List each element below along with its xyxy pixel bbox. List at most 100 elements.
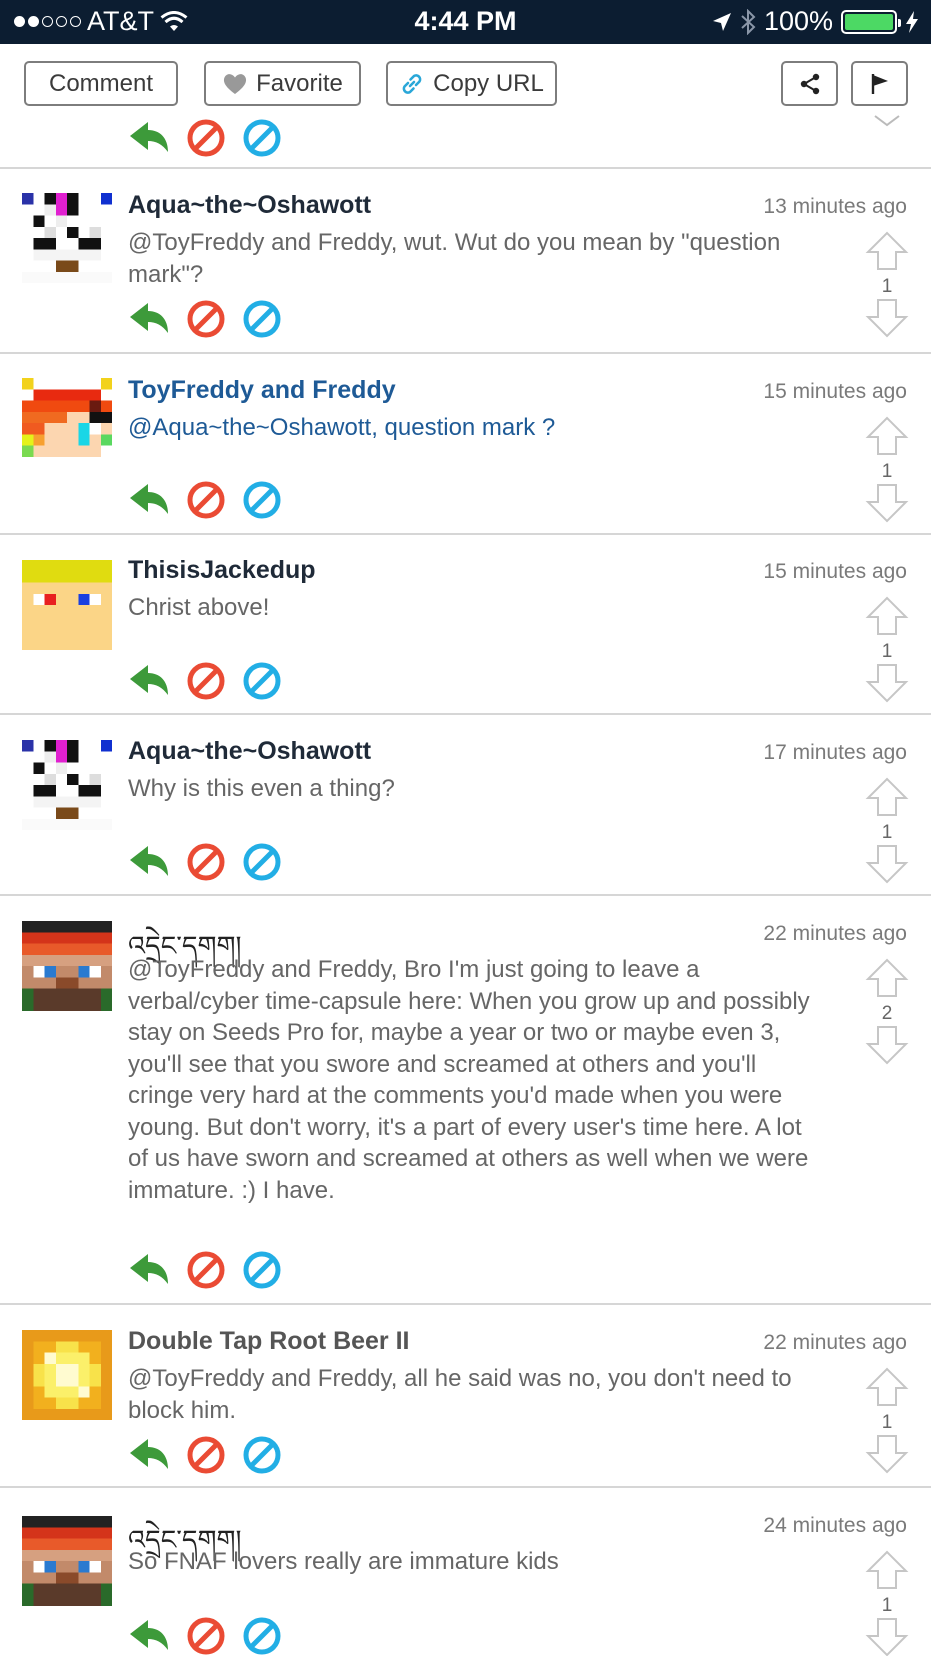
upvote-arrow-icon[interactable]	[865, 231, 909, 271]
report-icon[interactable]	[242, 1250, 282, 1290]
reply-icon[interactable]	[128, 844, 170, 880]
comment-text: So FNAF lovers really are immature kids	[128, 1548, 559, 1575]
downvote-arrow-icon[interactable]	[865, 1617, 909, 1656]
report-icon[interactable]	[242, 118, 282, 158]
share-button[interactable]	[781, 61, 838, 106]
avatar-image	[22, 378, 112, 468]
comment-author[interactable]: Aqua~the~Oshawott	[128, 737, 371, 766]
comment-actions	[128, 1435, 282, 1475]
comment-item: ToyFreddy and Freddy 15 minutes ago @Aqu…	[0, 354, 931, 535]
comment-text: @Aqua~the~Oshawott, question mark ?	[128, 414, 556, 441]
avatar[interactable]	[22, 1516, 112, 1606]
comment-timestamp: 22 minutes ago	[763, 922, 907, 945]
comment-item: འདྲེང་དགག། 22 minutes ago @ToyFreddy and…	[0, 896, 931, 1305]
copy-url-button[interactable]: Copy URL	[386, 61, 557, 106]
flag-button[interactable]	[851, 61, 908, 106]
favorite-button-label: Favorite	[256, 69, 343, 97]
vote-control: 1	[865, 1367, 909, 1479]
block-icon[interactable]	[186, 842, 226, 882]
avatar[interactable]	[22, 378, 112, 468]
vote-count: 2	[881, 1003, 893, 1024]
reply-icon[interactable]	[128, 1618, 170, 1654]
comment-actions	[128, 842, 282, 882]
comment-button-label: Comment	[48, 69, 154, 97]
comment-actions	[128, 1250, 282, 1290]
downvote-arrow-icon[interactable]	[865, 483, 909, 523]
report-icon[interactable]	[242, 299, 282, 339]
report-icon[interactable]	[242, 1435, 282, 1475]
avatar[interactable]	[22, 921, 112, 1011]
avatar[interactable]	[22, 740, 112, 830]
status-bar: AT&T 4:44 PM 100%	[0, 0, 931, 44]
report-icon[interactable]	[242, 661, 282, 701]
upvote-arrow-icon[interactable]	[865, 1367, 909, 1407]
comment-item: Aqua~the~Oshawott 17 minutes ago Why is …	[0, 715, 931, 896]
reply-icon[interactable]	[128, 1437, 170, 1473]
reply-icon[interactable]	[128, 663, 170, 699]
block-icon[interactable]	[186, 1250, 226, 1290]
downvote-arrow-icon[interactable]	[865, 1434, 909, 1474]
comment-author[interactable]: Double Tap Root Beer II	[128, 1327, 410, 1356]
avatar[interactable]	[22, 193, 112, 283]
vote-control: 1	[865, 231, 909, 343]
chevron-down-icon	[874, 115, 900, 127]
downvote-arrow-icon[interactable]	[865, 298, 909, 338]
comment-text: @ToyFreddy and Freddy, Bro I'm just goin…	[128, 956, 810, 1204]
charging-bolt-icon	[906, 10, 918, 33]
block-icon[interactable]	[186, 480, 226, 520]
block-icon[interactable]	[186, 118, 226, 158]
comment-timestamp: 22 minutes ago	[763, 1331, 907, 1354]
block-icon[interactable]	[186, 1435, 226, 1475]
downvote-arrow-icon[interactable]	[865, 1025, 909, 1065]
comment-timestamp: 15 minutes ago	[763, 380, 907, 403]
reply-icon[interactable]	[128, 482, 170, 518]
comment-author[interactable]: ToyFreddy and Freddy	[128, 376, 396, 405]
link-icon	[402, 73, 422, 94]
vote-control: 1	[865, 416, 909, 528]
previous-content-edge	[0, 44, 931, 54]
battery-percent: 100%	[763, 6, 833, 36]
reply-icon[interactable]	[128, 1252, 170, 1288]
downvote-arrow-icon[interactable]	[865, 663, 909, 703]
vote-control: 1	[865, 1550, 909, 1656]
upvote-arrow-icon[interactable]	[865, 777, 909, 817]
share-icon	[800, 73, 819, 94]
avatar[interactable]	[22, 560, 112, 650]
upvote-arrow-icon[interactable]	[865, 958, 909, 998]
avatar-image	[22, 1516, 112, 1606]
comment-actions	[128, 299, 282, 339]
comment-timestamp: 15 minutes ago	[763, 560, 907, 583]
comment-item: Double Tap Root Beer II 22 minutes ago @…	[0, 1305, 931, 1488]
vote-count: 1	[881, 1595, 893, 1616]
vote-count: 1	[881, 822, 893, 843]
report-icon[interactable]	[242, 480, 282, 520]
upvote-arrow-icon[interactable]	[865, 416, 909, 456]
report-icon[interactable]	[242, 1616, 282, 1656]
block-icon[interactable]	[186, 1616, 226, 1656]
comment-author[interactable]: ThisisJackedup	[128, 556, 316, 585]
vote-count: 1	[881, 641, 893, 662]
block-icon[interactable]	[186, 661, 226, 701]
vote-count: 1	[881, 461, 893, 482]
comment-author[interactable]: Aqua~the~Oshawott	[128, 191, 371, 220]
comment-actions	[128, 661, 282, 701]
comment-text: Why is this even a thing?	[128, 775, 395, 802]
avatar-image	[22, 560, 112, 650]
vote-count: 1	[881, 1412, 893, 1433]
avatar[interactable]	[22, 1330, 112, 1420]
vote-control: 1	[865, 777, 909, 889]
comment-timestamp: 24 minutes ago	[763, 1514, 907, 1537]
reply-icon[interactable]	[128, 120, 170, 156]
comment-text: Christ above!	[128, 594, 270, 621]
upvote-arrow-icon[interactable]	[865, 1550, 909, 1590]
downvote-arrow-icon[interactable]	[865, 844, 909, 884]
previous-comment-row	[0, 114, 931, 169]
favorite-button[interactable]: Favorite	[204, 61, 361, 106]
comment-timestamp: 17 minutes ago	[763, 741, 907, 764]
comment-item: ThisisJackedup 15 minutes ago Christ abo…	[0, 535, 931, 715]
comment-button[interactable]: Comment	[24, 61, 178, 106]
reply-icon[interactable]	[128, 301, 170, 337]
upvote-arrow-icon[interactable]	[865, 596, 909, 636]
report-icon[interactable]	[242, 842, 282, 882]
block-icon[interactable]	[186, 299, 226, 339]
